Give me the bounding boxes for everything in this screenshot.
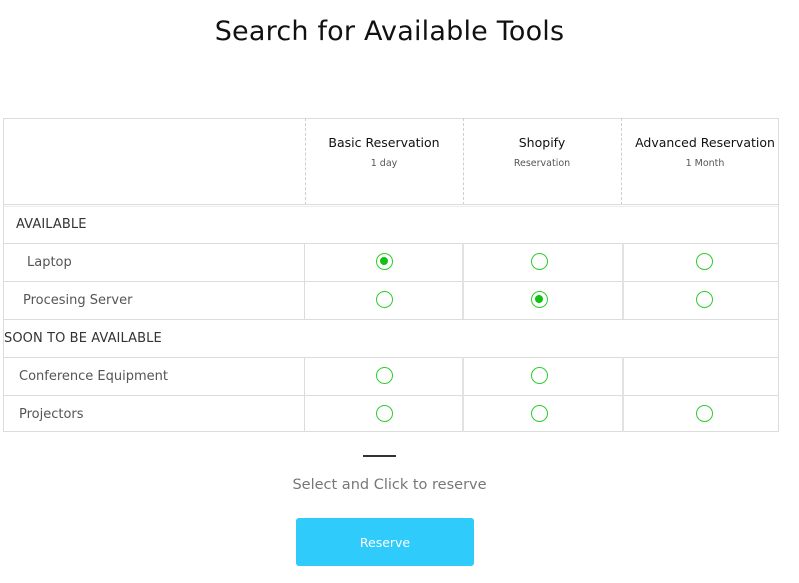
plan-radio[interactable] [375, 366, 393, 384]
column-divider [622, 357, 624, 432]
column-divider [462, 243, 464, 319]
header-separator [463, 118, 464, 205]
row-divider [3, 204, 779, 205]
section-label-soon-available: SOON TO BE AVAILABLE [4, 331, 162, 346]
column-divider [304, 357, 305, 432]
plan-header-shopify: Shopify Reservation [463, 118, 621, 205]
plan-radio[interactable] [695, 404, 713, 422]
row-divider [3, 243, 779, 244]
plan-radio[interactable] [530, 404, 548, 422]
column-divider [462, 357, 464, 432]
plan-radio[interactable] [375, 404, 393, 422]
plan-name: Shopify [518, 135, 566, 150]
header-separator [621, 118, 622, 205]
row-divider [3, 281, 779, 282]
table-header: Basic Reservation 1 day Shopify Reservat… [3, 118, 779, 205]
plan-radio[interactable] [695, 290, 713, 308]
plan-radio[interactable] [695, 252, 713, 270]
reserve-button[interactable]: Reserve [296, 518, 474, 566]
plan-radio[interactable] [530, 366, 548, 384]
row-label-laptop: Laptop [27, 255, 72, 270]
plan-radio[interactable] [375, 252, 393, 270]
plan-duration: 1 Month [685, 158, 725, 169]
header-separator [305, 118, 306, 205]
column-divider [304, 243, 305, 319]
plan-duration: 1 day [370, 158, 398, 169]
page-title: Search for Available Tools [214, 16, 565, 47]
plan-name: Advanced Reservation [635, 135, 775, 150]
plan-duration: Reservation [513, 158, 571, 169]
plan-header-basic: Basic Reservation 1 day [305, 118, 463, 205]
row-label-processing-server: Procesing Server [23, 293, 133, 308]
row-divider [3, 319, 779, 320]
row-label-conference-equipment: Conference Equipment [19, 369, 168, 384]
row-divider [3, 395, 779, 396]
row-divider [3, 357, 779, 358]
column-divider [622, 243, 624, 319]
plan-radio[interactable] [530, 252, 548, 270]
instruction-text: Select and Click to reserve [292, 477, 487, 493]
plan-radio[interactable] [530, 290, 548, 308]
row-label-projectors: Projectors [19, 407, 84, 422]
plan-header-advanced: Advanced Reservation 1 Month [618, 118, 792, 205]
divider [363, 455, 396, 457]
plan-radio[interactable] [375, 290, 393, 308]
plan-name: Basic Reservation [328, 135, 440, 150]
section-label-available: AVAILABLE [16, 217, 87, 232]
page: Search for Available Tools Basic Reserva… [0, 0, 799, 583]
